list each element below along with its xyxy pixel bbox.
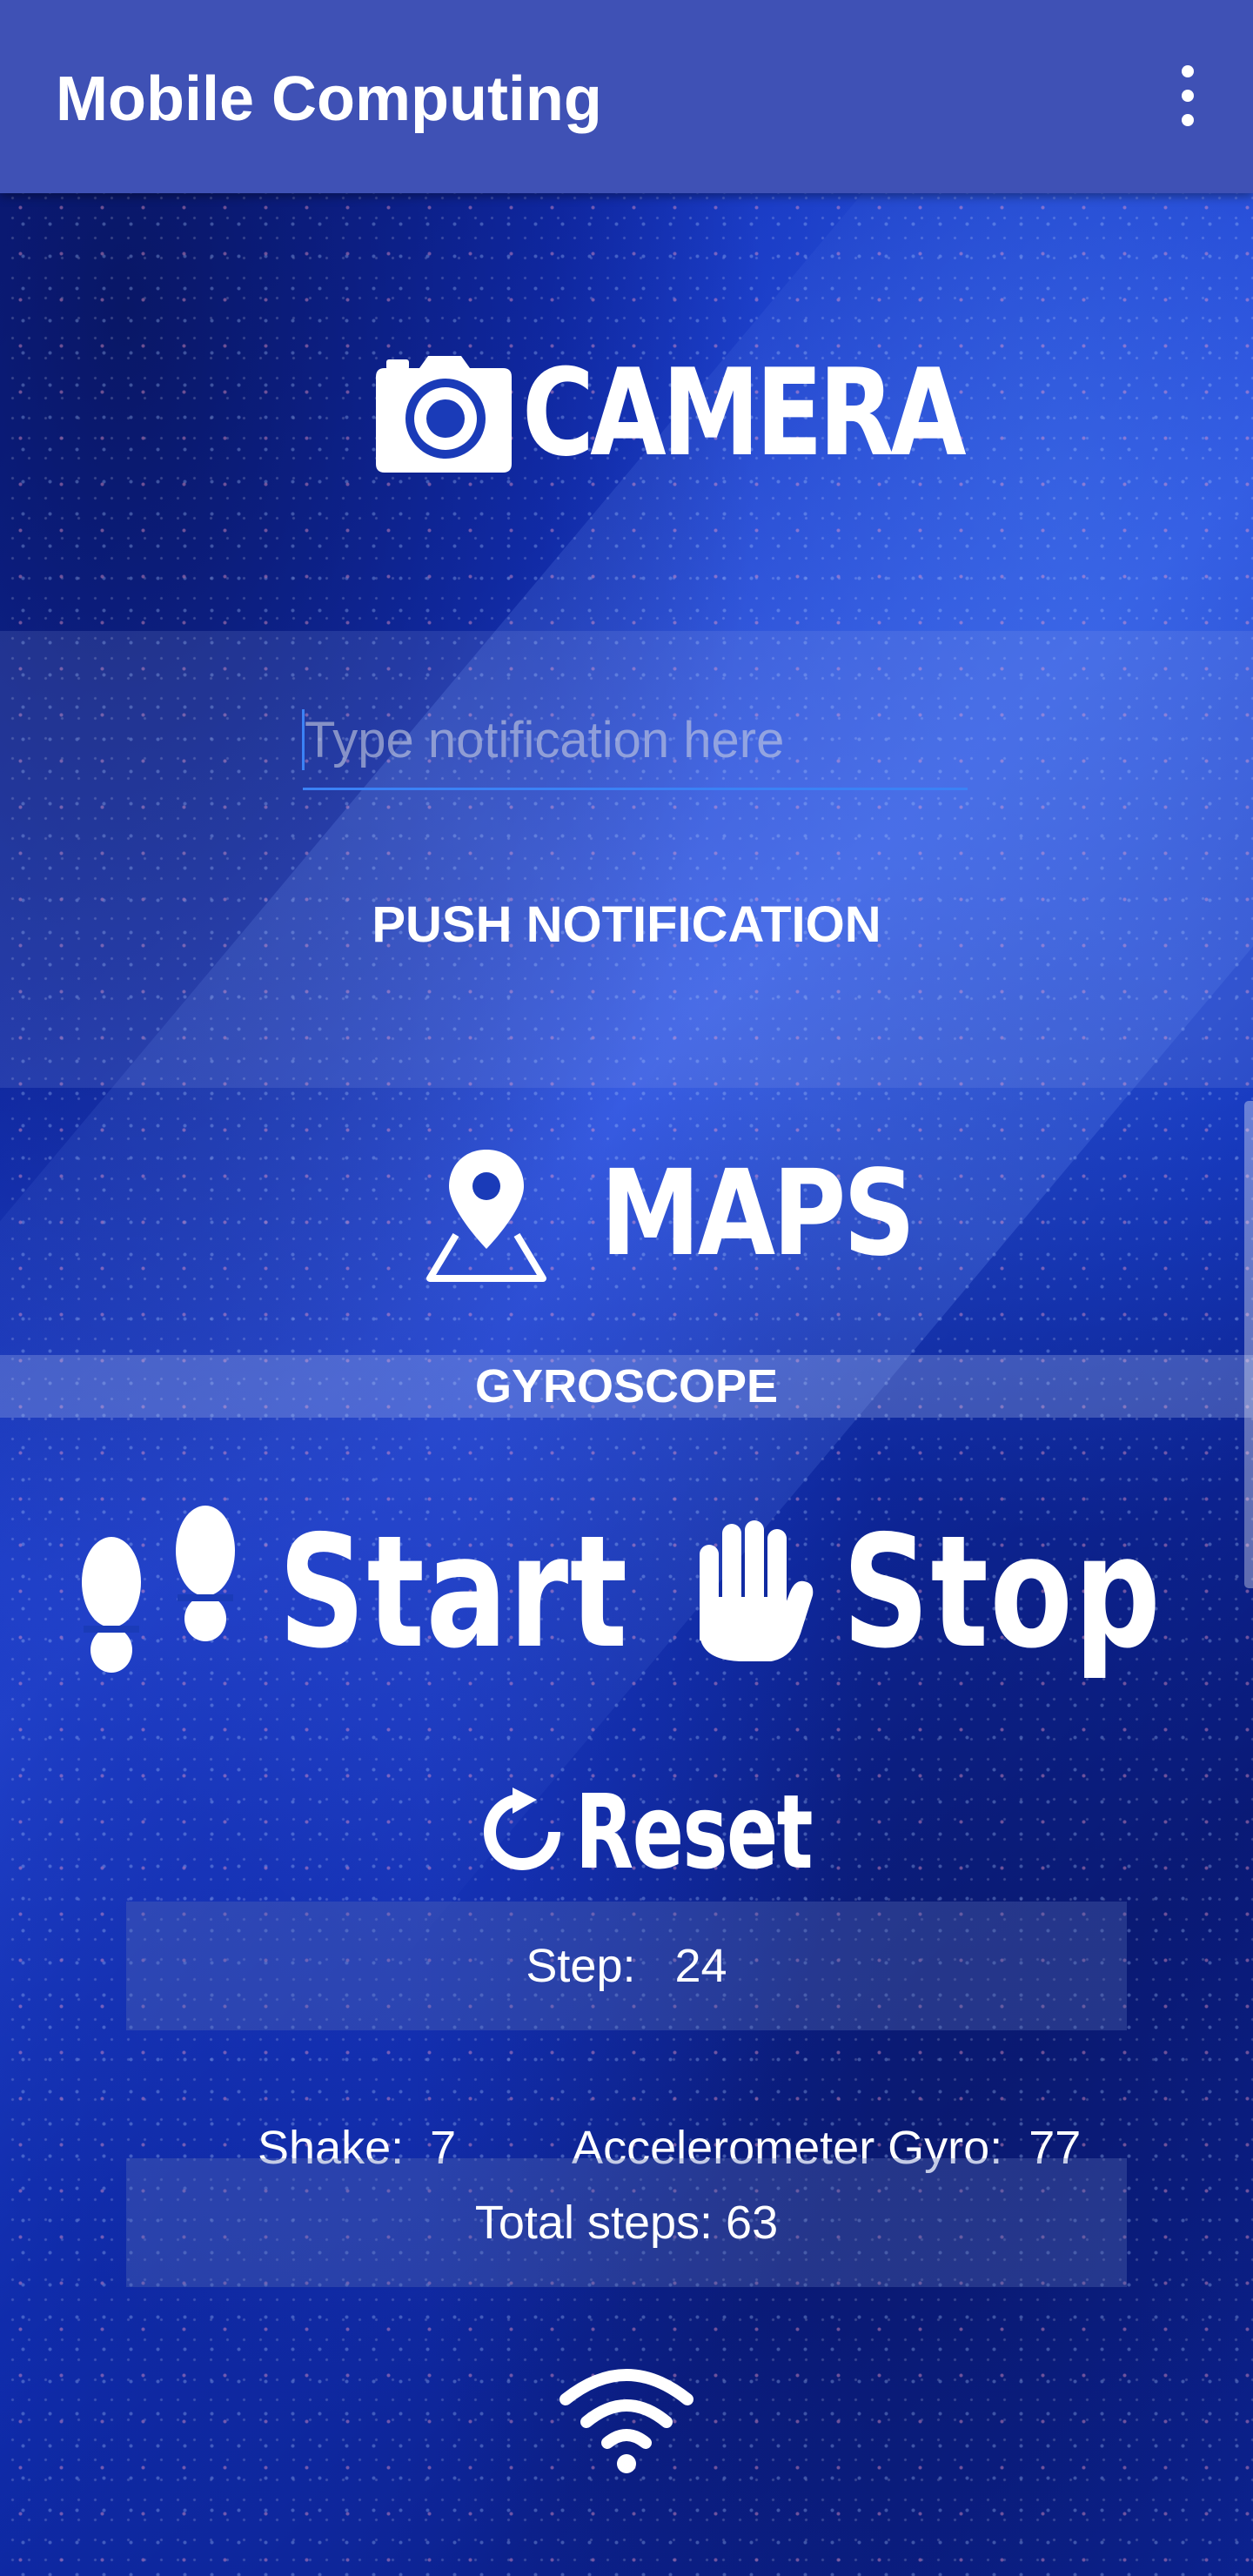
text-cursor	[302, 709, 305, 770]
footprints-icon	[82, 1506, 235, 1673]
reset-label: Reset	[575, 1772, 813, 1892]
push-notification-button[interactable]: PUSH NOTIFICATION	[331, 892, 922, 956]
reset-button[interactable]: Reset	[474, 1780, 895, 1884]
camera-label: CAMERA	[522, 343, 967, 483]
start-button[interactable]: Start	[75, 1506, 727, 1680]
stop-label: Stop	[842, 1502, 1163, 1682]
refresh-icon	[484, 1788, 560, 1870]
notification-input[interactable]	[303, 692, 968, 790]
stop-button[interactable]: Stop	[687, 1506, 1252, 1680]
maps-button[interactable]: MAPS	[421, 1140, 968, 1288]
more-vert-icon[interactable]	[1149, 52, 1227, 139]
app-title: Mobile Computing	[56, 64, 602, 134]
map-pin-icon	[426, 1150, 546, 1282]
app-bar: Mobile Computing	[0, 0, 1253, 193]
camera-button[interactable]: CAMERA	[374, 344, 1059, 483]
total-steps: Total steps: 63	[126, 2158, 1127, 2287]
start-label: Start	[278, 1502, 629, 1682]
total-steps-label: Total steps:	[474, 2197, 714, 2249]
total-steps-value: 63	[726, 2197, 779, 2249]
step-value: 24	[674, 1940, 727, 1992]
gyroscope-button[interactable]: GYROSCOPE	[365, 1358, 888, 1415]
wifi-icon	[559, 2369, 694, 2473]
maps-label: MAPS	[600, 1145, 915, 1283]
wifi-button[interactable]	[557, 2363, 696, 2476]
camera-icon	[376, 356, 512, 473]
sensor-readouts: Shake: 7 Accelerometer Gyro: 77	[0, 2067, 1253, 2174]
step-counter: Step: 24	[126, 1902, 1127, 2030]
hand-stop-icon	[700, 1520, 814, 1661]
step-label: Step:	[526, 1940, 636, 1992]
